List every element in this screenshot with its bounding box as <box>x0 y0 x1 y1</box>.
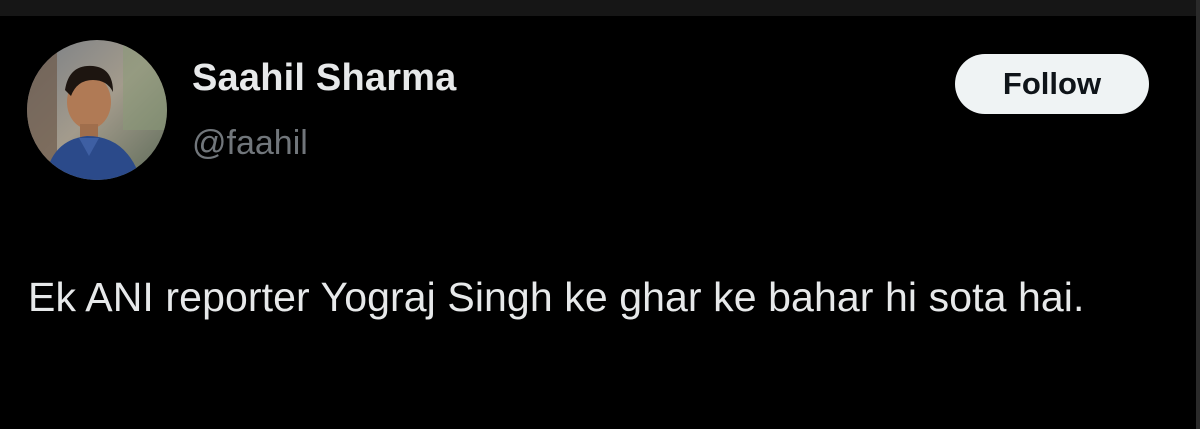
tweet-card: Saahil Sharma @faahil Follow Ek ANI repo… <box>0 16 1196 429</box>
tweet-text: Ek ANI reporter Yograj Singh ke ghar ke … <box>28 274 1085 320</box>
follow-button[interactable]: Follow <box>955 54 1149 114</box>
top-divider <box>0 0 1200 16</box>
avatar-photo-icon <box>27 40 167 180</box>
author-display-name[interactable]: Saahil Sharma <box>192 57 457 100</box>
author-handle[interactable]: @faahil <box>192 124 308 163</box>
avatar[interactable] <box>27 40 167 180</box>
scrollbar-track <box>1196 0 1200 429</box>
